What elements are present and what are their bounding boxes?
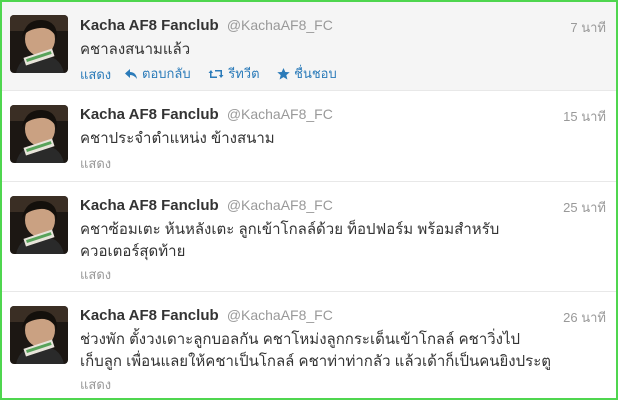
- tweet-text: คชาลงสนามแล้ว: [80, 39, 600, 61]
- tweet-text-line: คชาประจำตำแหน่ง ข้างสนาม: [80, 130, 275, 147]
- avatar[interactable]: [10, 15, 68, 73]
- tweet-text-line: ควอเตอร์สุดท้าย: [80, 243, 186, 260]
- favorite-button[interactable]: ชื่นชอบ: [277, 63, 337, 84]
- star-icon: [277, 68, 290, 80]
- tweet-timeline: Kacha AF8 Fanclub @KachaAF8_FC 7 นาที คช…: [0, 0, 618, 400]
- reply-icon: [125, 69, 137, 79]
- user-name[interactable]: Kacha AF8 Fanclub: [80, 197, 219, 214]
- expand-link[interactable]: แสดง: [80, 153, 111, 174]
- tweet-header: Kacha AF8 Fanclub @KachaAF8_FC: [80, 16, 333, 35]
- tweet-item[interactable]: Kacha AF8 Fanclub @KachaAF8_FC 25 นาที ค…: [2, 182, 616, 292]
- user-handle[interactable]: @KachaAF8_FC: [227, 17, 333, 33]
- tweet-item[interactable]: Kacha AF8 Fanclub @KachaAF8_FC 26 นาที ช…: [2, 292, 616, 398]
- retweet-label: รีทวีต: [228, 66, 260, 81]
- reply-label: ตอบกลับ: [142, 66, 191, 81]
- tweet-text-line: เก็บลูก เพื่อนแลยให้คชาเป็นโกลล์ คชาท่าท…: [80, 353, 551, 370]
- timestamp[interactable]: 15 นาที: [563, 106, 606, 127]
- reply-button[interactable]: ตอบกลับ: [124, 63, 191, 84]
- user-handle[interactable]: @KachaAF8_FC: [227, 197, 333, 213]
- retweet-button[interactable]: รีทวีต: [208, 63, 260, 84]
- tweet-item[interactable]: Kacha AF8 Fanclub @KachaAF8_FC 15 นาที ค…: [2, 91, 616, 182]
- tweet-item[interactable]: Kacha AF8 Fanclub @KachaAF8_FC 7 นาที คช…: [2, 2, 616, 91]
- timestamp[interactable]: 26 นาที: [563, 307, 606, 328]
- tweet-actions: ตอบกลับ รีทวีต ชื่นชอบ: [124, 63, 351, 84]
- user-name[interactable]: Kacha AF8 Fanclub: [80, 307, 219, 324]
- user-handle[interactable]: @KachaAF8_FC: [227, 106, 333, 122]
- tweet-header: Kacha AF8 Fanclub @KachaAF8_FC: [80, 196, 333, 215]
- user-name[interactable]: Kacha AF8 Fanclub: [80, 17, 219, 34]
- tweet-text: คชาประจำตำแหน่ง ข้างสนาม: [80, 128, 600, 150]
- tweet-text: คชาซ้อมเตะ ห้นหลังเตะ ลูกเข้าโกลล์ด้วย ท…: [80, 219, 600, 263]
- retweet-icon: [208, 70, 224, 78]
- expand-link[interactable]: แสดง: [80, 264, 111, 285]
- avatar[interactable]: [10, 306, 68, 364]
- tweet-text-line: ช่วงพัก ตั้งวงเดาะลูกบอลกัน คชาโหม่งลูกก…: [80, 331, 521, 348]
- expand-link[interactable]: แสดง: [80, 64, 111, 85]
- user-name[interactable]: Kacha AF8 Fanclub: [80, 106, 219, 123]
- tweet-header: Kacha AF8 Fanclub @KachaAF8_FC: [80, 306, 333, 325]
- favorite-label: ชื่นชอบ: [294, 66, 337, 81]
- timestamp[interactable]: 7 นาที: [570, 17, 606, 38]
- tweet-text-line: คชาซ้อมเตะ ห้นหลังเตะ ลูกเข้าโกลล์ด้วย ท…: [80, 221, 500, 238]
- tweet-text-line: คชาลงสนามแล้ว: [80, 41, 191, 58]
- avatar[interactable]: [10, 105, 68, 163]
- tweet-header: Kacha AF8 Fanclub @KachaAF8_FC: [80, 105, 333, 124]
- timestamp[interactable]: 25 นาที: [563, 197, 606, 218]
- tweet-text: ช่วงพัก ตั้งวงเดาะลูกบอลกัน คชาโหม่งลูกก…: [80, 329, 600, 373]
- user-handle[interactable]: @KachaAF8_FC: [227, 307, 333, 323]
- avatar[interactable]: [10, 196, 68, 254]
- expand-link[interactable]: แสดง: [80, 374, 111, 395]
